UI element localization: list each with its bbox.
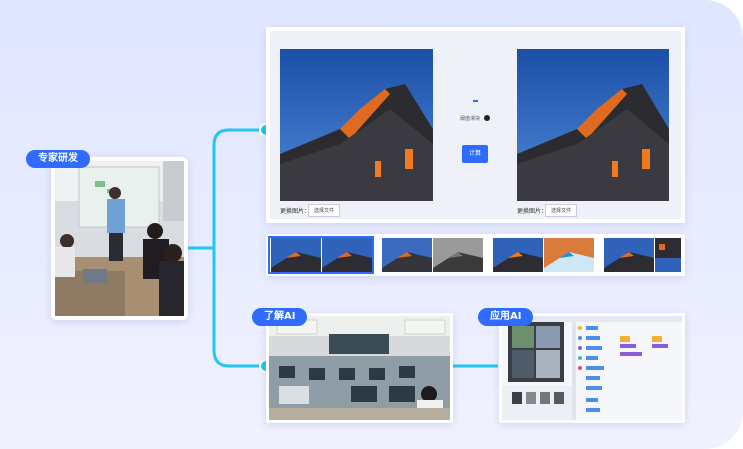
result-image (517, 49, 669, 201)
change-image-label-right: 更换图片： (517, 208, 548, 215)
calculate-button[interactable]: 计算 (462, 145, 488, 163)
thumbnail-original-2[interactable] (322, 238, 372, 272)
computer-lab-photo (269, 316, 450, 420)
thumbnail-grayscale[interactable] (433, 238, 483, 272)
thumbnail-strip (266, 234, 685, 276)
thumbnail-filter-b[interactable] (493, 238, 543, 272)
choose-file-button-left[interactable]: 选择文件 (308, 204, 341, 217)
help-icon[interactable] (484, 115, 490, 121)
apply-ai-card (499, 313, 685, 423)
tag-expert-research: 专家研发 (26, 150, 90, 168)
block-coding-screenshot (502, 316, 682, 420)
original-image (280, 49, 433, 201)
tag-apply-ai: 应用AI (478, 308, 534, 326)
thumbnail-filter-a[interactable] (382, 238, 432, 272)
thumbnail-filter-c[interactable] (604, 238, 654, 272)
choose-file-button-right[interactable]: 选择文件 (545, 204, 578, 217)
thumbnail-original[interactable] (271, 238, 321, 272)
thumbnail-inverted[interactable] (544, 238, 594, 272)
thumbnail-flipped[interactable] (655, 238, 681, 272)
threshold-label: 阈值滑块 (460, 116, 481, 122)
learn-ai-card (266, 313, 453, 423)
slider-handle[interactable] (473, 100, 478, 102)
classroom-photo (55, 161, 184, 316)
expert-card (51, 157, 188, 320)
change-image-label-left: 更换图片： (280, 208, 311, 215)
tag-learn-ai: 了解AI (252, 308, 308, 326)
